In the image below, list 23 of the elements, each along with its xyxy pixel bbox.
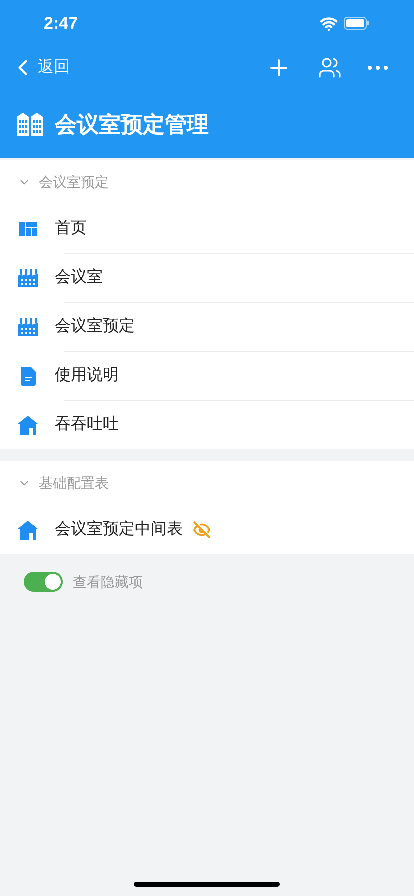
page-title: 会议室预定管理 <box>55 110 209 138</box>
layout-icon <box>19 222 37 236</box>
factory-icon <box>18 269 38 287</box>
menu-item[interactable]: 会议室预定 <box>0 303 414 351</box>
menu-item[interactable]: 吞吞吐吐 <box>0 401 414 449</box>
menu-item[interactable]: 首页 <box>0 205 414 253</box>
factory-icon <box>18 318 38 336</box>
menu-item[interactable]: 使用说明 <box>0 352 414 400</box>
toggle-switch[interactable] <box>24 572 63 592</box>
status-time: 2:47 <box>44 12 78 35</box>
people-icon <box>318 56 342 80</box>
more-button[interactable] <box>368 66 388 70</box>
toggle-label: 查看隐藏项 <box>73 572 143 592</box>
house-icon <box>18 520 38 540</box>
menu-item[interactable]: 会议室预定中间表 <box>0 506 414 554</box>
battery-icon <box>344 17 370 30</box>
people-button[interactable] <box>318 56 342 80</box>
wifi-icon <box>320 14 338 32</box>
menu-item[interactable]: 会议室 <box>0 254 414 302</box>
document-icon <box>20 366 36 386</box>
building-icon <box>17 112 43 136</box>
house-icon <box>18 416 38 434</box>
more-icon <box>368 66 388 70</box>
